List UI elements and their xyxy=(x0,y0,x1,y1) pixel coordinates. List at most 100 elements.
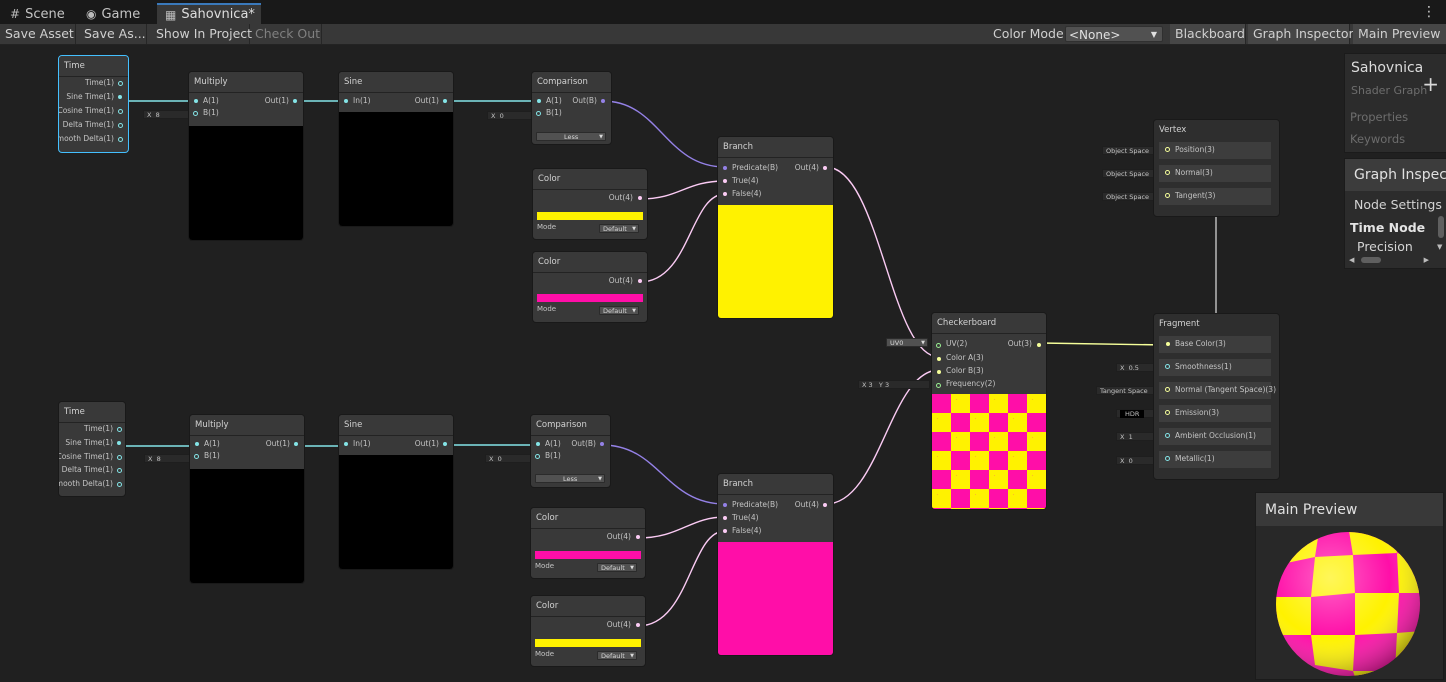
port-socket[interactable] xyxy=(937,357,941,361)
port-socket[interactable] xyxy=(723,529,727,533)
port-socket[interactable] xyxy=(117,482,122,487)
block-base-color[interactable]: Base Color(3) xyxy=(1159,336,1271,353)
vertical-scrollbar[interactable]: ▼ xyxy=(1437,211,1445,251)
block-metallic[interactable]: Metallic(1) xyxy=(1159,451,1271,468)
port-socket[interactable] xyxy=(118,95,122,99)
tab-shader-graph[interactable]: ▦ Sahovnica* xyxy=(157,3,261,24)
port-socket[interactable] xyxy=(344,442,348,446)
scroll-left-icon[interactable]: ◀ xyxy=(1349,256,1354,264)
port-socket[interactable] xyxy=(723,192,727,196)
port-socket[interactable] xyxy=(601,99,605,103)
port-socket[interactable] xyxy=(636,535,640,539)
port-socket[interactable] xyxy=(1166,342,1170,346)
port-socket[interactable] xyxy=(118,109,123,114)
mode-dropdown[interactable]: Default ▼ xyxy=(597,651,637,660)
time-node-top[interactable]: Time Time(1) Sine Time(1) Cosine Time(1)… xyxy=(59,56,128,152)
mode-dropdown[interactable]: Default ▼ xyxy=(597,563,637,572)
port-socket[interactable] xyxy=(535,454,540,459)
port-socket[interactable] xyxy=(823,503,827,507)
multiply-node-bottom[interactable]: Multiply A(1) B(1) Out(1) xyxy=(190,415,304,583)
tangent-space-field[interactable]: Object Space xyxy=(1102,192,1156,201)
port-socket[interactable] xyxy=(636,623,640,627)
add-property-icon[interactable]: + xyxy=(1422,72,1439,96)
color-node-yellow[interactable]: Color Out(4) Mode Default ▼ xyxy=(533,169,647,239)
port-socket[interactable] xyxy=(118,123,123,128)
color-swatch[interactable] xyxy=(535,639,641,647)
color-node-magenta-bottom[interactable]: Color Out(4) Mode Default ▼ xyxy=(531,508,645,578)
preview-sphere[interactable] xyxy=(1275,531,1421,677)
scroll-down-icon[interactable]: ▼ xyxy=(1437,243,1442,251)
port-socket[interactable] xyxy=(1165,193,1170,198)
scroll-right-icon[interactable]: ▶ xyxy=(1424,256,1429,264)
port-socket[interactable] xyxy=(117,427,122,432)
comparison-node-top[interactable]: Comparison A(1) B(1) Out(B) Less ▼ xyxy=(532,72,611,144)
position-space-field[interactable]: Object Space xyxy=(1102,146,1156,155)
port-socket[interactable] xyxy=(443,442,447,446)
comparison-b-input-bottom[interactable]: X 0 xyxy=(485,454,531,463)
graph-inspector-button[interactable]: Graph Inspector xyxy=(1248,24,1354,44)
multiply-node-top[interactable]: Multiply A(1) B(1) Out(1) xyxy=(189,72,303,240)
graph-canvas[interactable]: Time Time(1) Sine Time(1) Cosine Time(1)… xyxy=(0,45,1446,682)
horizontal-scrollbar[interactable]: ◀ ▶ xyxy=(1349,255,1429,265)
port-socket[interactable] xyxy=(193,111,198,116)
port-socket[interactable] xyxy=(443,99,447,103)
comparison-op-dropdown[interactable]: Less ▼ xyxy=(536,132,606,141)
block-tangent[interactable]: Tangent(3) xyxy=(1159,188,1271,205)
mode-dropdown[interactable]: Default ▼ xyxy=(599,224,639,233)
port-socket[interactable] xyxy=(600,442,604,446)
blackboard-button[interactable]: Blackboard xyxy=(1170,24,1246,44)
port-socket[interactable] xyxy=(937,370,941,374)
color-swatch[interactable] xyxy=(535,551,641,559)
scrollbar-thumb[interactable] xyxy=(1361,257,1381,263)
port-socket[interactable] xyxy=(536,442,540,446)
mode-dropdown[interactable]: Default ▼ xyxy=(599,306,639,315)
block-smoothness[interactable]: Smoothness(1) xyxy=(1159,359,1271,376)
smoothness-field[interactable]: X 0.5 xyxy=(1116,363,1156,372)
port-socket[interactable] xyxy=(117,441,121,445)
checkerboard-node[interactable]: Checkerboard UV(2) Color A(3) Color B(3)… xyxy=(932,313,1046,509)
port-socket[interactable] xyxy=(723,516,727,520)
tab-scene[interactable]: # Scene xyxy=(2,4,73,24)
port-socket[interactable] xyxy=(195,442,199,446)
comparison-node-bottom[interactable]: Comparison A(1) B(1) Out(B) Less ▼ xyxy=(531,415,610,487)
check-out-button[interactable]: Check Out xyxy=(250,24,322,44)
port-socket[interactable] xyxy=(294,442,298,446)
color-node-yellow-bottom[interactable]: Color Out(4) Mode Default ▼ xyxy=(531,596,645,666)
comparison-op-dropdown[interactable]: Less ▼ xyxy=(535,474,605,483)
tab-game[interactable]: ◉ Game xyxy=(78,4,148,24)
branch-node-bottom[interactable]: Branch Predicate(B) True(4) False(4) Out… xyxy=(718,474,833,655)
port-socket[interactable] xyxy=(1165,433,1170,438)
vertex-context[interactable]: Vertex Position(3) Normal(3) Tangent(3) xyxy=(1154,120,1279,216)
port-socket[interactable] xyxy=(638,279,642,283)
branch-node-top[interactable]: Branch Predicate(B) True(4) False(4) Out… xyxy=(718,137,833,318)
properties-section[interactable]: Properties xyxy=(1350,110,1408,124)
show-in-project-button[interactable]: Show In Project xyxy=(151,24,252,44)
port-socket[interactable] xyxy=(118,81,123,86)
port-socket[interactable] xyxy=(537,99,541,103)
block-ambient-occlusion[interactable]: Ambient Occlusion(1) xyxy=(1159,428,1271,445)
save-asset-button[interactable]: Save Asset xyxy=(0,24,76,44)
metallic-field[interactable]: X 0 xyxy=(1116,456,1156,465)
fragment-context[interactable]: Fragment Base Color(3) Smoothness(1) Nor… xyxy=(1154,314,1279,479)
emission-field[interactable]: HDR xyxy=(1116,409,1156,418)
port-socket[interactable] xyxy=(344,99,348,103)
port-socket[interactable] xyxy=(823,166,827,170)
port-socket[interactable] xyxy=(1165,147,1170,152)
frequency-input[interactable]: X 3 Y 3 xyxy=(858,380,930,389)
time-node-bottom[interactable]: Time Time(1) Sine Time(1) Cosine Time(1)… xyxy=(59,402,125,496)
ambient-occlusion-field[interactable]: X 1 xyxy=(1116,432,1156,441)
port-socket[interactable] xyxy=(536,111,541,116)
sine-node-top[interactable]: Sine In(1) Out(1) xyxy=(339,72,453,226)
port-socket[interactable] xyxy=(1165,364,1170,369)
color-swatch[interactable] xyxy=(537,212,643,220)
multiply-b-input-bottom[interactable]: X 8 xyxy=(144,454,190,463)
main-preview-button[interactable]: Main Preview xyxy=(1353,24,1446,44)
uv-channel-dropdown[interactable]: UV0 ▼ xyxy=(886,338,928,347)
port-socket[interactable] xyxy=(1037,343,1041,347)
normal-space-field[interactable]: Tangent Space xyxy=(1096,386,1156,395)
port-socket[interactable] xyxy=(117,455,122,460)
multiply-b-input-top[interactable]: X 8 xyxy=(143,110,189,119)
port-socket[interactable] xyxy=(194,99,198,103)
block-emission[interactable]: Emission(3) xyxy=(1159,405,1271,422)
port-socket[interactable] xyxy=(936,343,941,348)
